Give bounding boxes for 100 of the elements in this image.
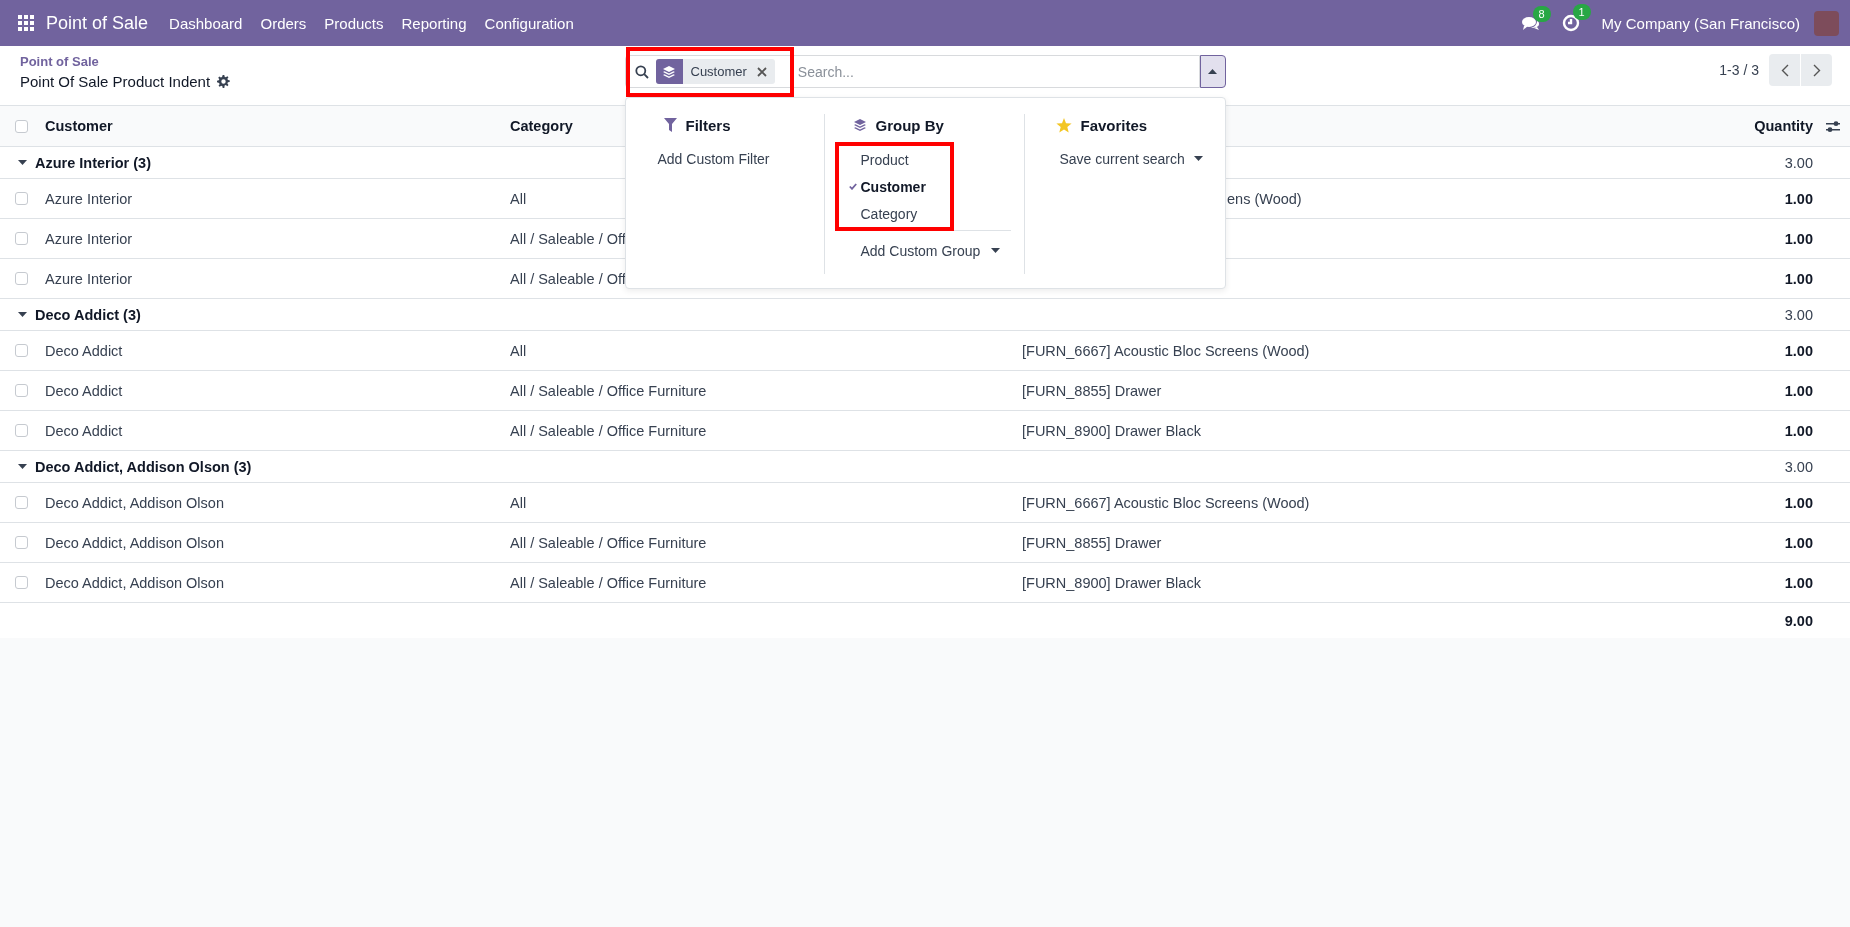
menu-item[interactable]: Dashboard [160,14,252,32]
table-cell-text: 1.00 [1783,382,1814,399]
group-by-heading: Group By [875,116,944,134]
row-checkbox[interactable] [15,232,28,245]
table-cell-text: Deco Addict [44,422,123,439]
avatar[interactable] [1814,10,1839,36]
table-cell-text: All [509,190,527,207]
star-icon [1055,117,1072,133]
group-by-option[interactable]: Category [848,203,918,224]
row-checkbox[interactable] [15,496,28,509]
next-page-button[interactable] [1801,54,1832,86]
page-title: Point Of Sale Product Indent [20,73,211,90]
table-cell-text: [FURN_6667] Acoustic Bloc Screens (Wood) [1021,342,1310,359]
menu-item[interactable]: Reporting [392,14,476,32]
table-cell-text: Azure Interior [44,230,133,247]
group-by-option[interactable]: Product [848,149,909,170]
table-cell-text: Azure Interior [44,270,133,287]
column-header[interactable]: Category [505,118,573,134]
table-cell-text: All [509,494,527,511]
table-cell-text: Deco Addict, Addison Olson [44,494,224,511]
table-cell-text: 1.00 [1783,494,1814,511]
group-by-facet: Customer [655,59,775,84]
table-cell-text: 1.00 [1783,342,1814,359]
group-label: Azure Interior (3) [35,154,151,171]
table-cell-text: [FURN_6667] Acoustic Bloc Screens (Wood) [1021,494,1310,511]
table-cell-text: [FURN_8900] Drawer Black [1021,574,1201,591]
menu-item[interactable]: Orders [251,14,316,32]
toggle-search-panel-button[interactable] [1199,55,1226,88]
table-cell-text: All / Saleable / Off [509,270,626,287]
caret-down-icon [18,160,27,165]
add-custom-group-dropdown[interactable]: Add Custom Group [860,242,1001,259]
chat-bubbles-icon [1521,15,1540,31]
row-checkbox[interactable] [15,192,28,205]
clock-icon [1561,14,1580,32]
table-cell-text: 1.00 [1783,422,1814,439]
caret-down-icon [991,248,1001,253]
pager-value[interactable]: 1-3 / 3 [1719,62,1759,78]
table-cell-text: All / Saleable / Office Furniture [509,534,707,551]
group-label: Deco Addict (3) [35,306,141,323]
search-field[interactable]: Search... [795,62,1199,81]
app-title[interactable]: Point of Sale [46,12,149,34]
search-bar[interactable]: Customer Search... [624,55,1200,88]
save-current-search-dropdown[interactable]: Save current search [1059,147,1203,170]
table-cell-text: All [509,342,527,359]
grand-total: 9.00 [1783,612,1814,629]
table-cell-text: [FURN_8855] Drawer [1021,534,1162,551]
group-total: 3.00 [1783,306,1814,323]
table-cell-text: Deco Addict [44,342,123,359]
table-cell-text: [FURN_8900] Drawer Black [1021,422,1201,439]
group-total: 3.00 [1783,458,1814,475]
group-total: 3.00 [1783,154,1814,171]
row-checkbox[interactable] [15,424,28,437]
previous-page-button[interactable] [1769,54,1800,86]
funnel-icon [663,118,677,132]
filters-heading: Filters [685,116,731,134]
table-cell-text: 1.00 [1783,270,1814,287]
column-header[interactable]: Customer [40,118,113,134]
select-all-checkbox[interactable] [15,119,28,133]
group-row-header[interactable]: Deco Addict (3) [0,306,141,323]
favorites-heading: Favorites [1080,116,1148,134]
table-cell-text: Deco Addict, Addison Olson [44,534,224,551]
chevron-left-icon [1780,63,1789,77]
message-count-badge: 8 [1532,5,1551,22]
search-icon [634,64,649,79]
layers-icon [852,118,867,132]
table-cell-text: 1.00 [1783,534,1814,551]
table-cell-text: 1.00 [1783,574,1814,591]
table-cell-text: Deco Addict, Addison Olson [44,574,224,591]
breadcrumb-link[interactable]: Point of Sale [20,54,99,69]
caret-down-icon [1193,156,1203,161]
caret-down-icon [18,312,27,317]
checkmark-icon [848,183,857,190]
layers-icon [662,64,676,79]
row-checkbox[interactable] [15,576,28,589]
caret-up-icon [1208,69,1217,74]
table-cell-text: ens (Wood) [1226,190,1302,207]
sliders-icon[interactable] [1826,119,1840,133]
row-checkbox[interactable] [15,344,28,357]
caret-down-icon [18,464,27,469]
table-cell-text: [FURN_8855] Drawer [1021,382,1162,399]
table-cell-text: 1.00 [1783,230,1814,247]
menu-item[interactable]: Configuration [475,14,583,32]
group-by-option[interactable]: Customer [848,176,926,197]
add-custom-filter-link[interactable]: Add Custom Filter [657,150,770,167]
table-cell-text: Deco Addict [44,382,123,399]
activity-count-badge: 1 [1572,4,1591,20]
group-row-header[interactable]: Azure Interior (3) [0,154,151,171]
company-switcher[interactable]: My Company (San Francisco) [1601,14,1800,32]
table-cell-text: All / Saleable / Office Furniture [509,422,707,439]
column-header[interactable]: Quantity [1749,118,1818,134]
table-cell-text: Azure Interior [44,190,133,207]
gear-icon[interactable] [217,75,231,88]
row-checkbox[interactable] [15,384,28,397]
menu-item[interactable]: Products [315,14,393,32]
row-checkbox[interactable] [15,272,28,285]
apps-grid-icon[interactable] [18,15,34,31]
table-cell-text: All / Saleable / Off [509,230,626,247]
close-icon [756,67,767,77]
row-checkbox[interactable] [15,536,28,549]
table-cell-text: All / Saleable / Office Furniture [509,574,707,591]
